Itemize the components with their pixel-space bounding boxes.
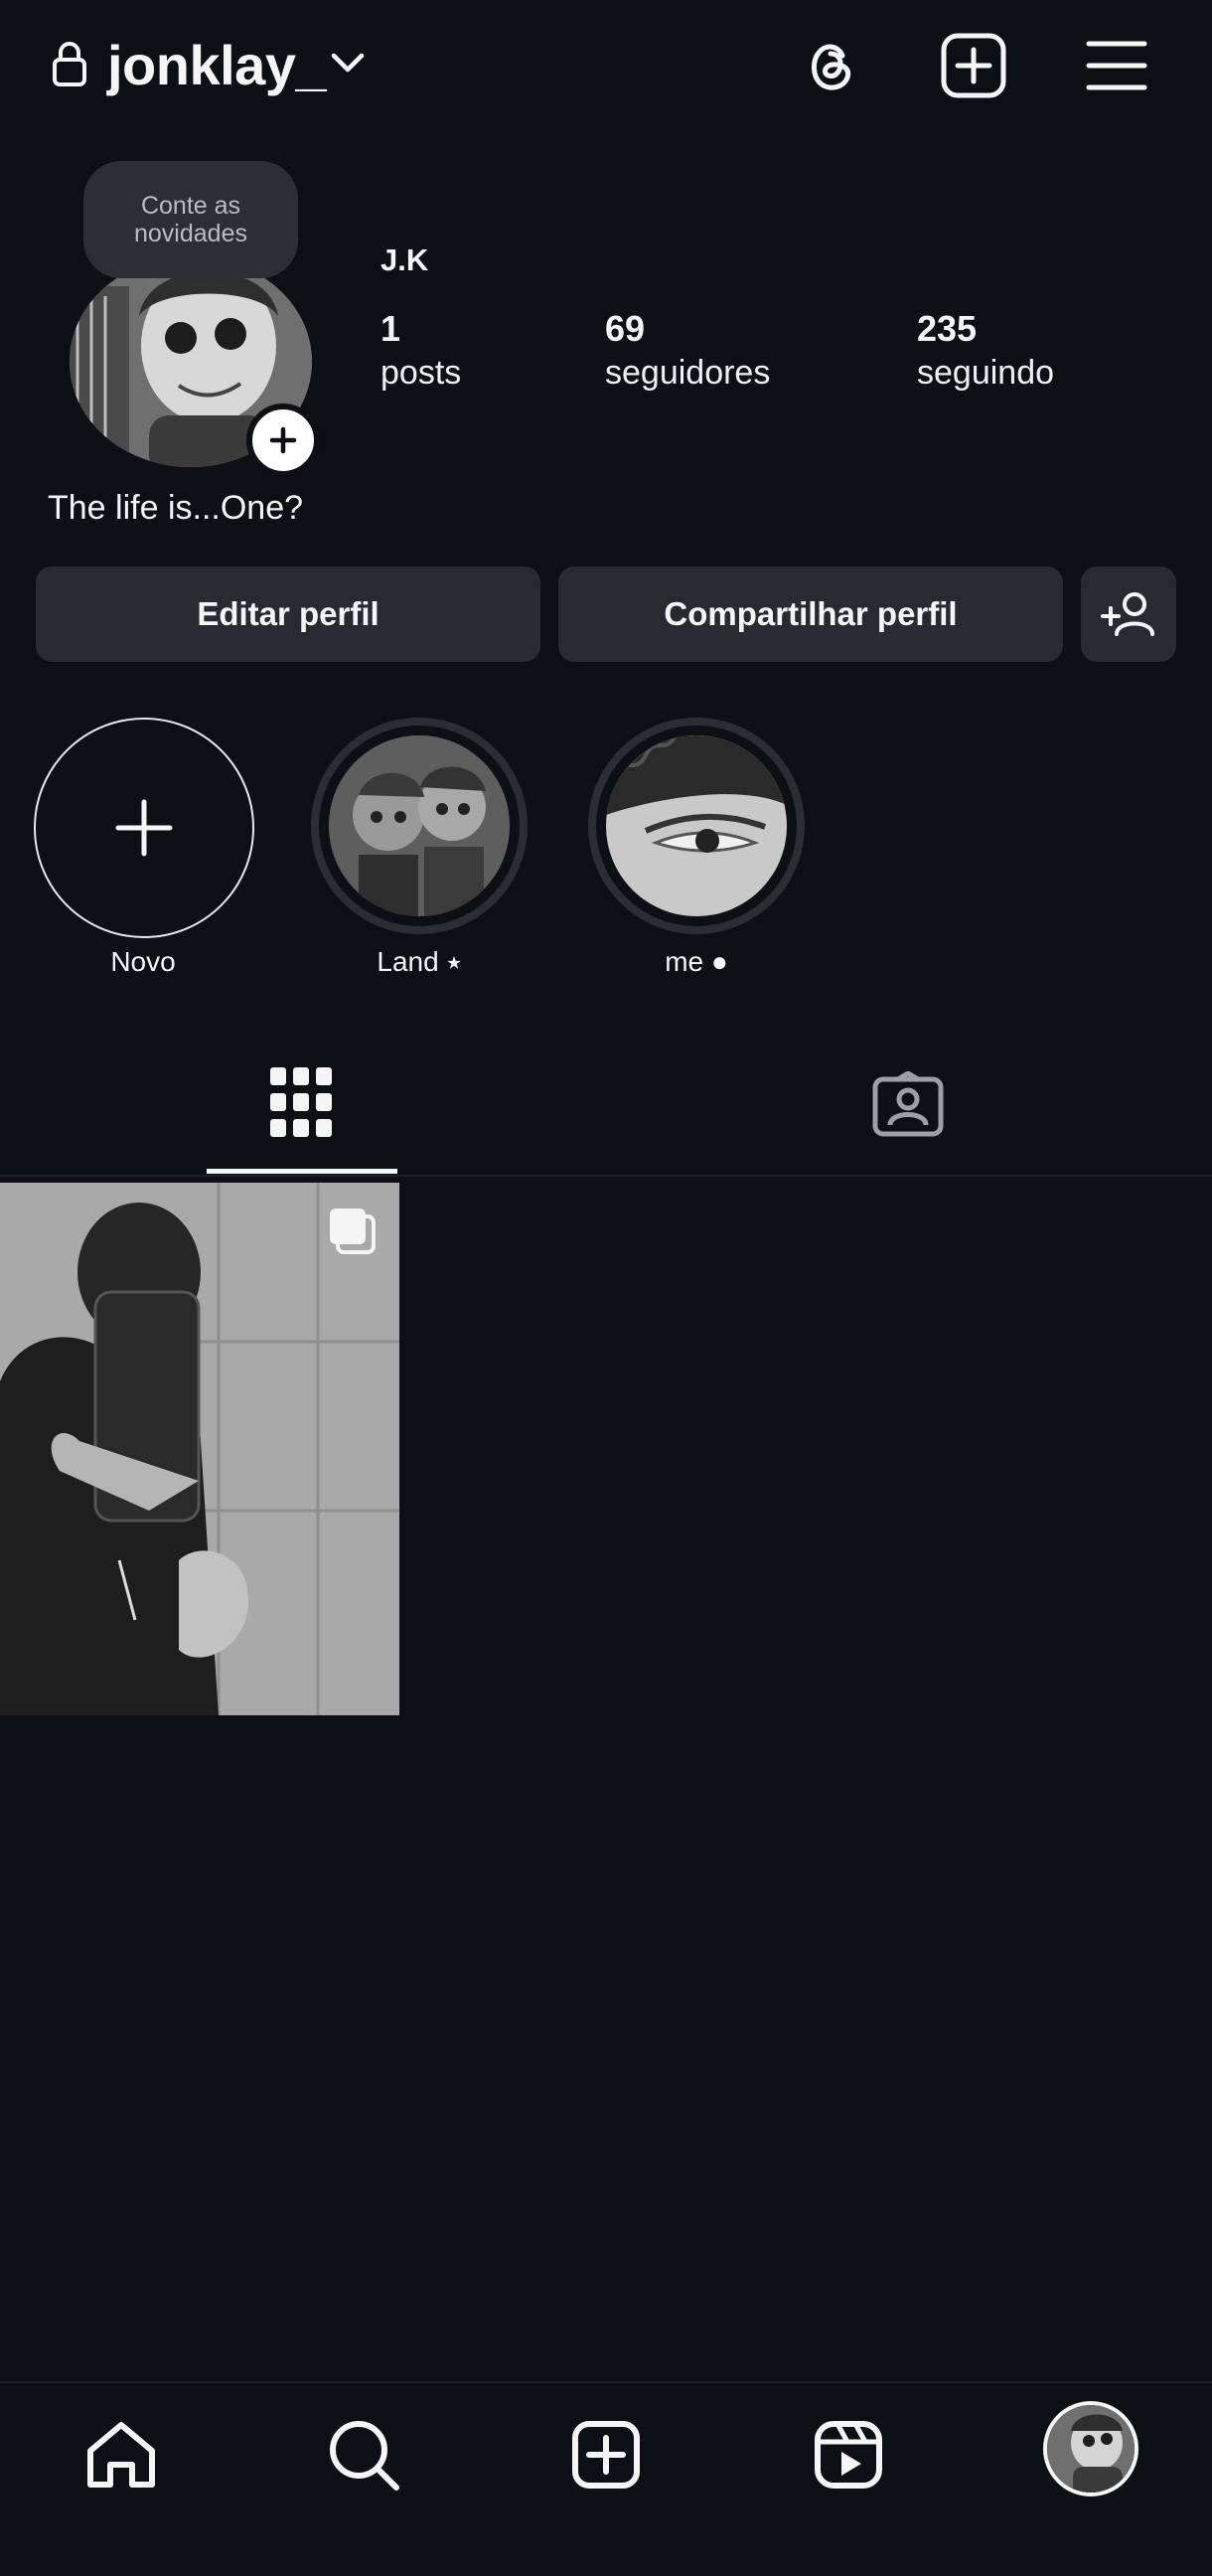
lock-icon <box>52 40 87 87</box>
posts-label: posts <box>380 354 462 392</box>
plus-icon <box>115 799 173 857</box>
create-icon[interactable] <box>558 2407 654 2502</box>
note-bubble[interactable]: Conte as novidades <box>83 161 298 278</box>
search-icon[interactable] <box>316 2407 411 2502</box>
highlight-label-land: Land ⭑ <box>377 946 462 977</box>
menu-icon[interactable] <box>1077 26 1156 105</box>
home-icon[interactable] <box>74 2407 169 2502</box>
new-highlight-button[interactable] <box>34 718 254 938</box>
edit-profile-button[interactable]: Editar perfil <box>36 566 540 662</box>
reels-icon[interactable] <box>801 2407 896 2502</box>
create-post-icon[interactable] <box>934 26 1013 105</box>
discover-people-button[interactable] <box>1081 566 1176 662</box>
highlight-label-new: Novo <box>110 946 176 977</box>
post-thumbnail[interactable] <box>0 1183 399 1715</box>
highlight-label-me: me ● <box>665 946 728 977</box>
add-person-icon <box>1101 592 1154 636</box>
grid-icon[interactable] <box>270 1067 332 1137</box>
add-story-icon[interactable] <box>246 403 320 477</box>
threads-icon[interactable] <box>791 26 870 105</box>
carousel-icon <box>328 1207 378 1256</box>
share-profile-button[interactable]: Compartilhar perfil <box>558 566 1063 662</box>
chevron-down-icon[interactable] <box>330 52 366 76</box>
following-label[interactable]: seguindo <box>917 354 1054 393</box>
bio: The life is...One? <box>48 489 304 527</box>
profile-avatar-nav[interactable] <box>1043 2401 1138 2496</box>
posts-count: 1 <box>380 308 401 349</box>
tagged-icon[interactable] <box>872 1071 944 1137</box>
highlight-land[interactable] <box>311 718 528 934</box>
display-name: J.K <box>380 242 429 277</box>
tab-divider <box>0 1175 1212 1177</box>
active-tab-indicator <box>207 1169 397 1174</box>
username[interactable]: jonklay_ <box>107 28 327 103</box>
followers-label[interactable]: seguidores <box>605 354 770 393</box>
highlight-me[interactable] <box>588 718 805 934</box>
following-count[interactable]: 235 <box>917 308 977 350</box>
followers-count[interactable]: 69 <box>605 308 645 350</box>
